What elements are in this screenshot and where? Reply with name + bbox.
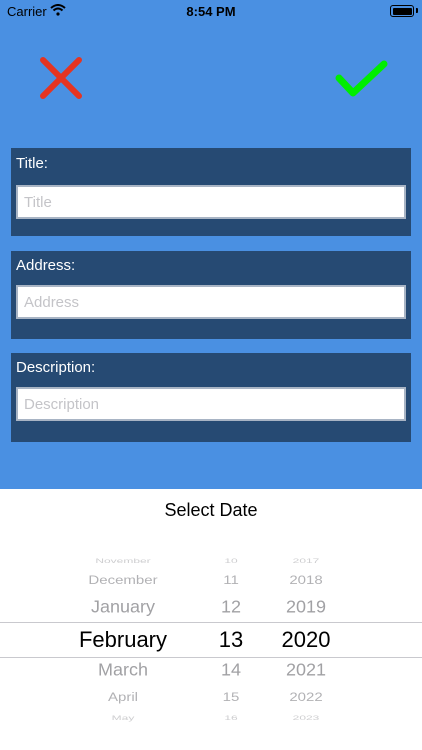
description-panel: Description:: [11, 353, 411, 442]
picker-year-option[interactable]: 2022: [289, 691, 322, 705]
picker-month-option[interactable]: January: [91, 598, 155, 618]
picker-day-option[interactable]: 16: [224, 714, 237, 722]
picker-year-option[interactable]: 2023: [293, 714, 320, 722]
picker-month-option[interactable]: December: [88, 574, 157, 588]
battery-cap: [416, 8, 418, 13]
close-icon: [40, 57, 82, 99]
address-panel: Address:: [11, 251, 411, 339]
picker-year-option[interactable]: 2017: [293, 557, 320, 565]
picker-year-option[interactable]: 2021: [286, 661, 326, 681]
status-time: 8:54 PM: [186, 4, 236, 19]
title-label: Title:: [16, 155, 48, 172]
description-input[interactable]: [16, 387, 406, 421]
picker-day-option[interactable]: 12: [221, 598, 241, 618]
picker-year-option[interactable]: 2019: [286, 598, 326, 618]
address-input[interactable]: [16, 285, 406, 319]
picker-year-option[interactable]: 2020: [282, 627, 331, 653]
selection-divider-top: [0, 622, 422, 623]
picker-month-option[interactable]: April: [108, 691, 138, 705]
picker-day-option[interactable]: 15: [223, 691, 240, 705]
battery-icon: [390, 5, 414, 17]
selection-divider-bottom: [0, 657, 422, 658]
status-bar: Carrier 8:54 PM: [0, 0, 422, 22]
description-label: Description:: [16, 359, 96, 376]
form-area: Carrier 8:54 PM Title: Address: Descript…: [0, 0, 422, 489]
checkmark-icon: [335, 60, 388, 97]
picker-year-option[interactable]: 2018: [289, 574, 322, 588]
picker-title: Select Date: [164, 500, 258, 520]
picker-month-option[interactable]: February: [79, 627, 167, 653]
picker-day-option[interactable]: 13: [219, 627, 243, 653]
picker-day-option[interactable]: 10: [224, 557, 237, 565]
confirm-button[interactable]: [334, 58, 389, 100]
picker-day-option[interactable]: 14: [221, 661, 241, 681]
cancel-button[interactable]: [38, 55, 84, 101]
address-label: Address:: [16, 257, 76, 274]
picker-month-option[interactable]: November: [95, 557, 150, 565]
picker-month-option[interactable]: May: [112, 714, 135, 722]
picker-day-option[interactable]: 11: [223, 574, 239, 588]
title-panel: Title:: [11, 148, 411, 236]
picker-month-option[interactable]: March: [98, 661, 148, 681]
title-input[interactable]: [16, 185, 406, 219]
